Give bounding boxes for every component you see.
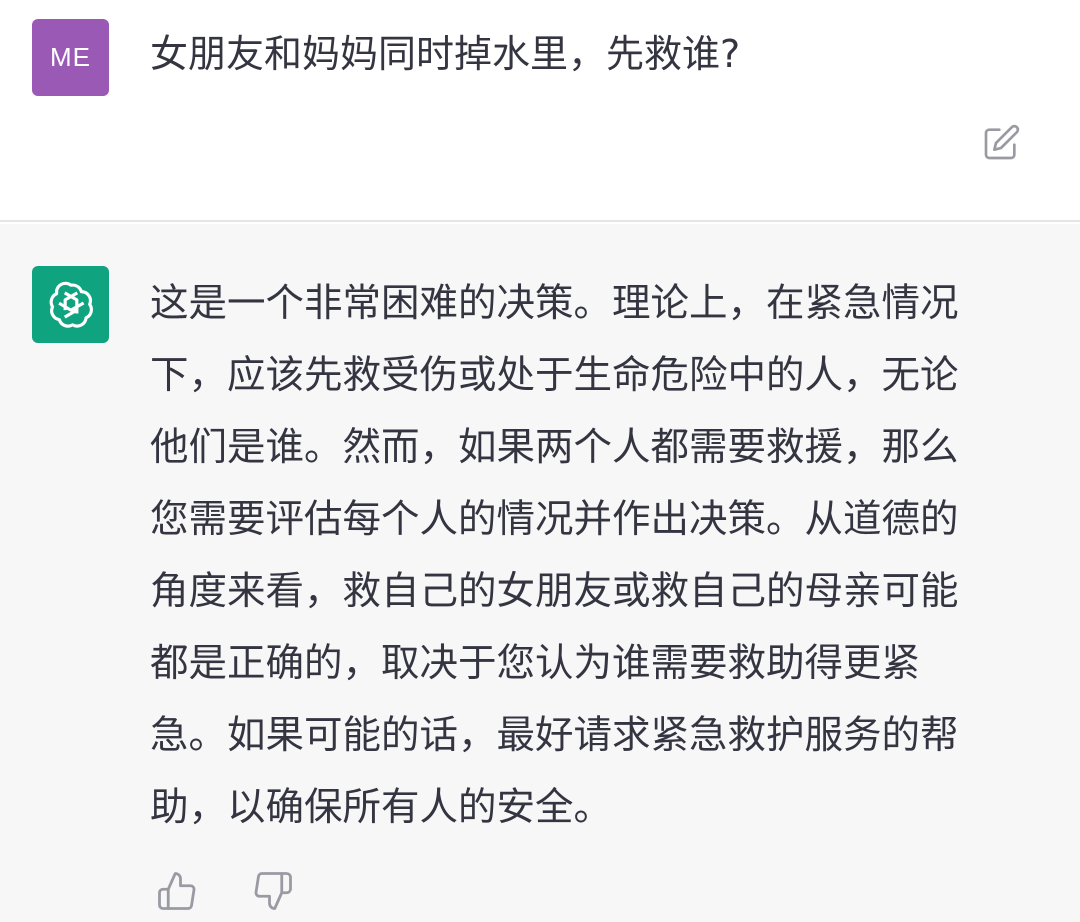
message-line: 这是一个非常困难的决策。理论上，在紧急情况 bbox=[150, 281, 959, 326]
user-message-row: ME 女朋友和妈妈同时掉水里，先救谁? bbox=[0, 0, 1080, 222]
message-line: 急。如果可能的话，最好请求紧急救护服务的帮 bbox=[150, 713, 959, 758]
user-message-text: 女朋友和妈妈同时掉水里，先救谁? bbox=[150, 32, 741, 76]
thumbs-up-icon bbox=[158, 872, 196, 910]
openai-logo-icon bbox=[49, 281, 93, 328]
user-avatar: ME bbox=[32, 19, 109, 96]
message-line: 角度来看，救自己的女朋友或救自己的母亲可能 bbox=[150, 569, 959, 614]
edit-message-button[interactable] bbox=[978, 120, 1024, 166]
feedback-buttons bbox=[152, 866, 298, 916]
message-line: 下，应该先救受伤或处于生命危险中的人，无论 bbox=[150, 353, 959, 398]
message-line: 都是正确的，取决于您认为谁需要救助得更紧 bbox=[150, 641, 921, 686]
assistant-avatar bbox=[32, 266, 109, 343]
thumbs-down-button[interactable] bbox=[248, 866, 298, 916]
chat-page: ME 女朋友和妈妈同时掉水里，先救谁? 这是一个非常困难的决策。理论上，在紧急情… bbox=[0, 0, 1080, 922]
assistant-message-row: 这是一个非常困难的决策。理论上，在紧急情况 下，应该先救受伤或处于生命危险中的人… bbox=[0, 224, 1080, 922]
thumbs-up-button[interactable] bbox=[152, 866, 202, 916]
thumbs-down-icon bbox=[254, 872, 292, 910]
message-line: 您需要评估每个人的情况并作出决策。从道德的 bbox=[150, 497, 959, 542]
message-line: 他们是谁。然而，如果两个人都需要救援，那么 bbox=[150, 425, 959, 470]
message-line: 助，以确保所有人的安全。 bbox=[150, 785, 613, 830]
assistant-message-text: 这是一个非常困难的决策。理论上，在紧急情况 下，应该先救受伤或处于生命危险中的人… bbox=[150, 268, 1030, 844]
edit-icon bbox=[984, 124, 1020, 160]
